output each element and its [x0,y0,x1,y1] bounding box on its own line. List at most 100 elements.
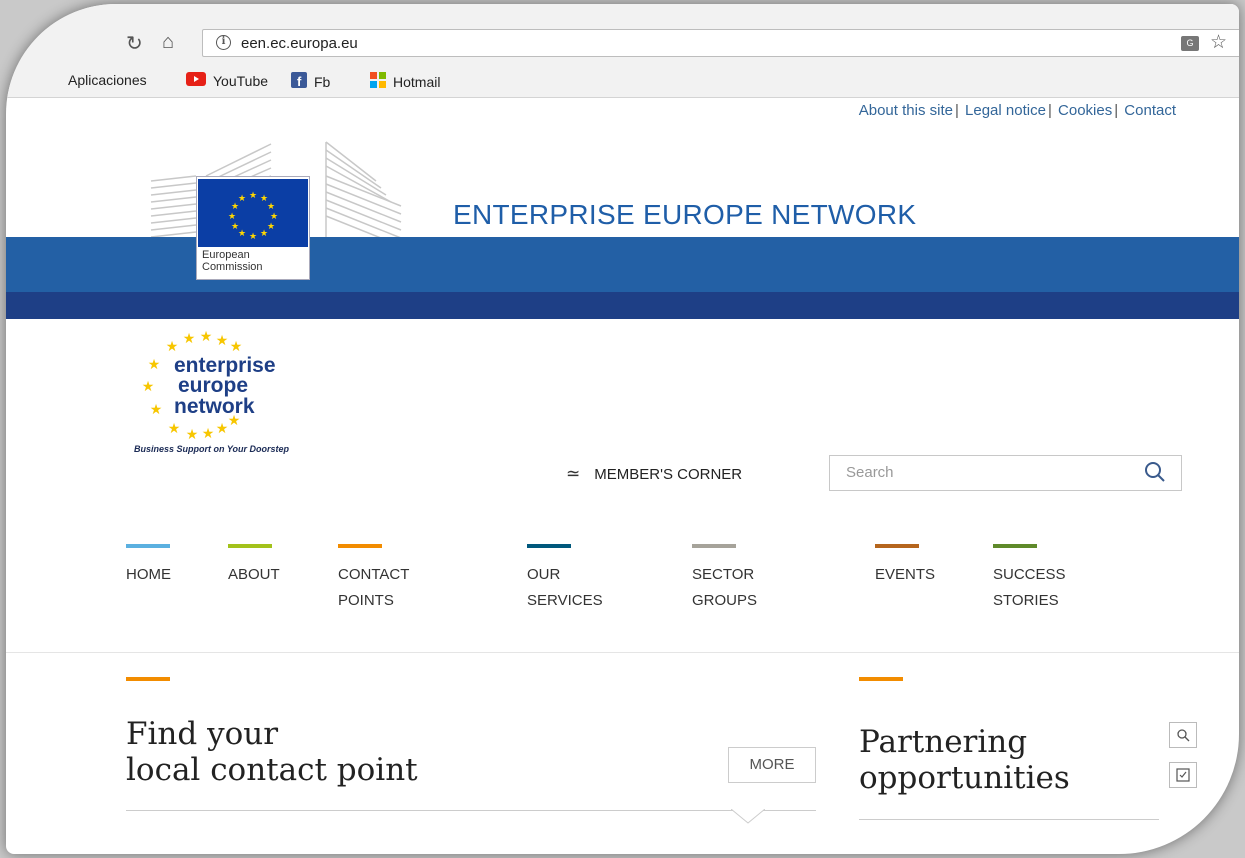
svg-text:★: ★ [267,202,275,212]
translate-icon[interactable]: G [1181,36,1199,51]
svg-text:★: ★ [270,212,278,222]
nav-color-bar [126,544,170,548]
svg-text:★: ★ [166,339,179,355]
partnering-checklist-button[interactable] [1169,762,1197,788]
bookmark-youtube[interactable]: YouTube [186,72,268,89]
eu-flag-icon: ★ ★★ ★★★ ★★★ ★★★ [198,179,308,247]
nav-label: OUR SERVICES [527,566,603,609]
search-input[interactable] [846,464,1126,481]
section-rule [126,810,816,811]
svg-text:★: ★ [249,191,257,201]
address-bar[interactable]: i een.ec.europa.eu G ☆ [202,29,1239,57]
ec-logo-text: European Commission [202,249,263,273]
checkbox-icon [1176,768,1190,782]
svg-text:★: ★ [183,331,196,347]
facebook-icon: f [291,72,307,91]
more-button[interactable]: MORE [728,747,816,783]
svg-text:★: ★ [168,421,181,437]
bookmark-apps[interactable]: Aplicaciones [68,72,147,88]
info-icon[interactable]: i [216,35,231,50]
nav-events[interactable]: EVENTS [875,544,935,588]
browser-toolbar: ↻ ⌂ i een.ec.europa.eu G ☆ [6,4,1239,62]
utility-links: About this site | Legal notice | Cookies | … [858,102,1176,119]
svg-text:★: ★ [231,222,239,232]
nav-about[interactable]: ABOUT [228,544,280,588]
bookmark-star-icon[interactable]: ☆ [1210,31,1227,54]
section-rule [859,819,1159,820]
bookmarks-bar: Aplicaciones YouTube f Fb Hotmail [6,62,1239,98]
bookmark-label: Fb [314,73,331,90]
european-commission-logo[interactable]: ★ ★ ★ ★ ★ ★ ★ ★ ★ ★ ★ ★ European Commission [196,176,310,280]
link-contact[interactable]: Contact [1124,102,1176,119]
svg-text:★: ★ [142,379,155,395]
bookmark-label: Hotmail [393,73,441,90]
microsoft-icon [370,72,386,91]
nav-color-bar [338,544,382,548]
nav-label: CONTACT POINTS [338,566,410,609]
nav-color-bar [875,544,919,548]
section-divider [6,652,1239,653]
svg-text:★: ★ [238,229,246,239]
een-logo[interactable]: ★ ★ ★ ★ ★ ★★★ ★ ★ ★ ★ ★ enterprise europe networ… [134,329,319,459]
svg-text:★: ★ [148,357,161,373]
nav-label: SECTOR GROUPS [692,566,758,609]
svg-text:★: ★ [200,329,213,345]
bookmark-facebook[interactable]: f Fb [291,72,330,91]
een-logo-line2: europe [178,374,248,397]
bookmark-label: YouTube [213,72,269,89]
search-icon[interactable] [1143,460,1167,489]
nav-success-stories[interactable]: SUCCESS STORIES [993,544,1066,614]
header-band [6,237,1239,292]
search-box [829,455,1182,491]
youtube-icon [186,72,206,89]
search-icon [1177,729,1190,742]
home-icon[interactable]: ⌂ [162,31,174,54]
svg-text:f: f [297,74,302,88]
link-about-site[interactable]: About this site [859,102,953,119]
nav-sector-groups[interactable]: SECTOR GROUPS [692,544,757,614]
svg-text:★: ★ [216,333,229,349]
nav-contact-points[interactable]: CONTACT POINTS [338,544,409,614]
svg-text:★: ★ [249,232,257,242]
main-navigation: HOME ABOUT CONTACT POINTS OUR SERVICES S… [6,544,1239,619]
nav-color-bar [993,544,1037,548]
site-header: ★ ★ ★ ★ ★ ★ ★ ★ ★ ★ ★ ★ European Commission ENTE… [6,124,1239,319]
members-corner-label: MEMBER'S CORNER [594,465,743,483]
een-tagline: Business Support on Your Doorstep [134,444,290,454]
reload-icon[interactable]: ↻ [126,31,143,56]
nav-label: SUCCESS STORIES [993,566,1066,609]
url-text: een.ec.europa.eu [241,35,358,52]
svg-text:★: ★ [216,421,229,437]
svg-text:★: ★ [238,194,246,204]
chevron-down-icon [731,809,765,824]
link-cookies[interactable]: Cookies [1058,102,1112,119]
section-accent [126,677,170,681]
svg-text:★: ★ [230,339,243,355]
members-corner-link[interactable]: ≃ MEMBER'S CORNER [566,464,742,484]
nav-color-bar [527,544,571,548]
svg-text:★: ★ [267,222,275,232]
section-accent [859,677,903,681]
nav-label: HOME [126,566,171,583]
nav-home[interactable]: HOME [126,544,171,588]
nav-label: ABOUT [228,566,280,583]
svg-text:★: ★ [260,229,268,239]
nav-color-bar [692,544,736,548]
svg-text:★: ★ [186,427,199,443]
header-band-dark [6,292,1239,319]
browser-window: ↻ ⌂ i een.ec.europa.eu G ☆ Aplicaciones … [6,4,1239,854]
een-logo-line3: network [174,395,255,418]
site-title: ENTERPRISE EUROPE NETWORK [453,199,917,230]
svg-text:★: ★ [202,426,215,442]
bookmark-hotmail[interactable]: Hotmail [370,72,440,91]
partnering-section-title: Partnering opportunities [859,724,1070,796]
nav-our-services[interactable]: OUR SERVICES [527,544,603,614]
svg-text:★: ★ [150,402,163,418]
nav-color-bar [228,544,272,548]
partnering-search-button[interactable] [1169,722,1197,748]
link-legal-notice[interactable]: Legal notice [965,102,1046,119]
contact-section-title: Find your local contact point [126,716,418,788]
bookmark-label: Aplicaciones [68,72,147,88]
nav-label: EVENTS [875,566,936,583]
settings-sliders-icon: ≃ [566,464,581,483]
